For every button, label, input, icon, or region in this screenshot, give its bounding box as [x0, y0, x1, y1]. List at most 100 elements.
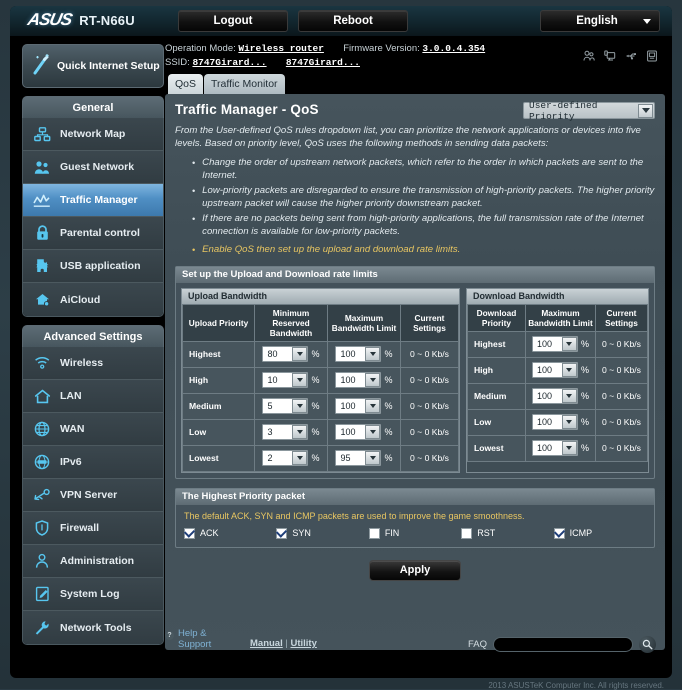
checkbox-item-rst[interactable]: RST	[461, 528, 553, 539]
manual-link[interactable]: Manual	[250, 638, 283, 649]
qos-rules-dropdown[interactable]: User-defined Priority	[523, 102, 655, 119]
upload-min-cell: 3%	[255, 419, 328, 445]
sidebar-item-lan[interactable]: LAN	[23, 380, 163, 413]
download-priority-label: Low	[467, 409, 525, 435]
checkbox-syn[interactable]	[276, 528, 287, 539]
sidebar-item-system-log[interactable]: System Log	[23, 578, 163, 611]
download-max-select[interactable]: 100	[532, 414, 578, 430]
checkbox-icmp[interactable]	[554, 528, 565, 539]
guest-network-icon[interactable]	[583, 50, 595, 62]
list-item: • If there are no packets being sent fro…	[180, 213, 655, 238]
sidebar-item-usb-application[interactable]: USB application	[23, 250, 163, 283]
sidebar-item-aicloud[interactable]: AiCloud	[23, 283, 163, 316]
upload-min-select[interactable]: 80	[262, 346, 308, 362]
sidebar-item-wan[interactable]: WAN	[23, 413, 163, 446]
download-max-select[interactable]: 100	[532, 388, 578, 404]
checkbox-fin[interactable]	[369, 528, 380, 539]
bullet-text: If there are no packets being sent from …	[202, 213, 655, 238]
upload-max-select[interactable]: 100	[335, 372, 381, 388]
upload-max-select[interactable]: 100	[335, 398, 381, 414]
doc-links: Manual | Utility	[250, 638, 317, 649]
search-icon[interactable]	[639, 636, 656, 653]
upload-min-select[interactable]: 3	[262, 424, 308, 440]
sidebar-menu-general: Network Map Guest Network Traffic Manage…	[22, 118, 164, 317]
ipv6-globe-icon	[32, 454, 52, 470]
column-header: Current Settings	[595, 304, 647, 331]
upload-min-select[interactable]: 2	[262, 450, 308, 466]
upload-min-value: 10	[263, 375, 292, 385]
chevron-down-icon	[292, 373, 307, 387]
top-bar: ASUS RT-N66U Logout Reboot English	[10, 6, 672, 36]
table-row: Lowest 100% 0 ~ 0 Kb/s	[467, 435, 647, 461]
checkbox-label: ACK	[200, 528, 219, 538]
tab-traffic-monitor[interactable]: Traffic Monitor	[204, 74, 285, 94]
ssid-link-1[interactable]: 8747Girard...	[192, 57, 266, 68]
printer-icon[interactable]	[646, 50, 658, 62]
reboot-button[interactable]: Reboot	[298, 10, 408, 32]
upload-max-select[interactable]: 100	[335, 424, 381, 440]
table-row: High 10% 100% 0 ~ 0 Kb/s	[183, 367, 459, 393]
checkbox-ack[interactable]	[184, 528, 195, 539]
percent-symbol: %	[311, 453, 319, 463]
upload-max-select[interactable]: 100	[335, 346, 381, 362]
download-max-select[interactable]: 100	[532, 440, 578, 456]
sidebar-item-traffic-manager[interactable]: Traffic Manager	[23, 184, 163, 217]
sidebar-item-vpn-server[interactable]: VPN Server	[23, 479, 163, 512]
sidebar-item-guest-network[interactable]: Guest Network	[23, 151, 163, 184]
apply-button[interactable]: Apply	[369, 560, 461, 581]
utility-link[interactable]: Utility	[290, 638, 316, 649]
download-max-select[interactable]: 100	[532, 336, 578, 352]
upload-bandwidth-table: Upload Priority Minimum Reserved Bandwid…	[182, 304, 459, 472]
firmware-value[interactable]: 3.0.0.4.354	[422, 43, 485, 54]
table-row: Low 100% 0 ~ 0 Kb/s	[467, 409, 647, 435]
sidebar-item-wireless[interactable]: Wireless	[23, 347, 163, 380]
upload-max-cell: 100%	[328, 419, 401, 445]
sidebar-item-label: VPN Server	[60, 489, 117, 501]
bullet-dot-icon: •	[192, 244, 195, 257]
percent-symbol: %	[581, 417, 589, 427]
bullet-dot-icon: •	[192, 157, 195, 182]
checkbox-item-syn[interactable]: SYN	[276, 528, 368, 539]
sidebar-item-parental-control[interactable]: Parental control	[23, 217, 163, 250]
bullet-text: Change the order of upstream network pac…	[202, 157, 655, 182]
asus-logo: ASUS	[26, 10, 73, 30]
download-max-select[interactable]: 100	[532, 362, 578, 378]
percent-symbol: %	[384, 427, 392, 437]
upload-min-select[interactable]: 10	[262, 372, 308, 388]
usb-icon[interactable]	[625, 50, 637, 62]
quick-internet-setup-button[interactable]: Quick Internet Setup	[22, 44, 164, 88]
footer: ? Help & Support Manual | Utility FAQ	[10, 624, 672, 658]
help-support-block[interactable]: ? Help & Support	[165, 628, 211, 650]
clients-icon[interactable]	[604, 50, 616, 62]
table-row: Medium 100% 0 ~ 0 Kb/s	[467, 383, 647, 409]
download-bandwidth-box: Download Bandwidth Download Priority Max…	[466, 288, 649, 473]
sidebar-item-network-map[interactable]: Network Map	[23, 118, 163, 151]
tab-qos[interactable]: QoS	[168, 74, 203, 94]
list-item: • Change the order of upstream network p…	[180, 157, 655, 182]
download-max-cell: 100%	[525, 435, 595, 461]
ssid-link-2[interactable]: 8747Girard...	[286, 57, 360, 68]
upload-min-select[interactable]: 5	[262, 398, 308, 414]
sidebar-item-label: Administration	[60, 555, 134, 567]
language-selector[interactable]: English	[540, 10, 660, 32]
sidebar-item-firewall[interactable]: Firewall	[23, 512, 163, 545]
upload-current-setting: 0 ~ 0 Kb/s	[401, 341, 459, 367]
logout-button[interactable]: Logout	[178, 10, 288, 32]
table-row: Lowest 2% 95% 0 ~ 0 Kb/s	[183, 445, 459, 471]
checkbox-item-fin[interactable]: FIN	[369, 528, 461, 539]
help-support-label: Help & Support	[178, 628, 211, 650]
faq-search-input[interactable]	[493, 637, 633, 652]
operation-mode-value[interactable]: Wireless router	[238, 43, 324, 54]
download-priority-label: Lowest	[467, 435, 525, 461]
sidebar-item-administration[interactable]: Administration	[23, 545, 163, 578]
checkbox-rst[interactable]	[461, 528, 472, 539]
checkbox-item-ack[interactable]: ACK	[184, 528, 276, 539]
sidebar-item-ipv6[interactable]: IPv6	[23, 446, 163, 479]
highest-priority-packet-title: The Highest Priority packet	[176, 489, 654, 505]
upload-min-value: 3	[263, 427, 292, 437]
sidebar-item-label: Guest Network	[60, 161, 134, 173]
help-line-1: Help &	[178, 628, 207, 639]
percent-symbol: %	[311, 349, 319, 359]
checkbox-item-icmp[interactable]: ICMP	[554, 528, 646, 539]
upload-max-select[interactable]: 95	[335, 450, 381, 466]
